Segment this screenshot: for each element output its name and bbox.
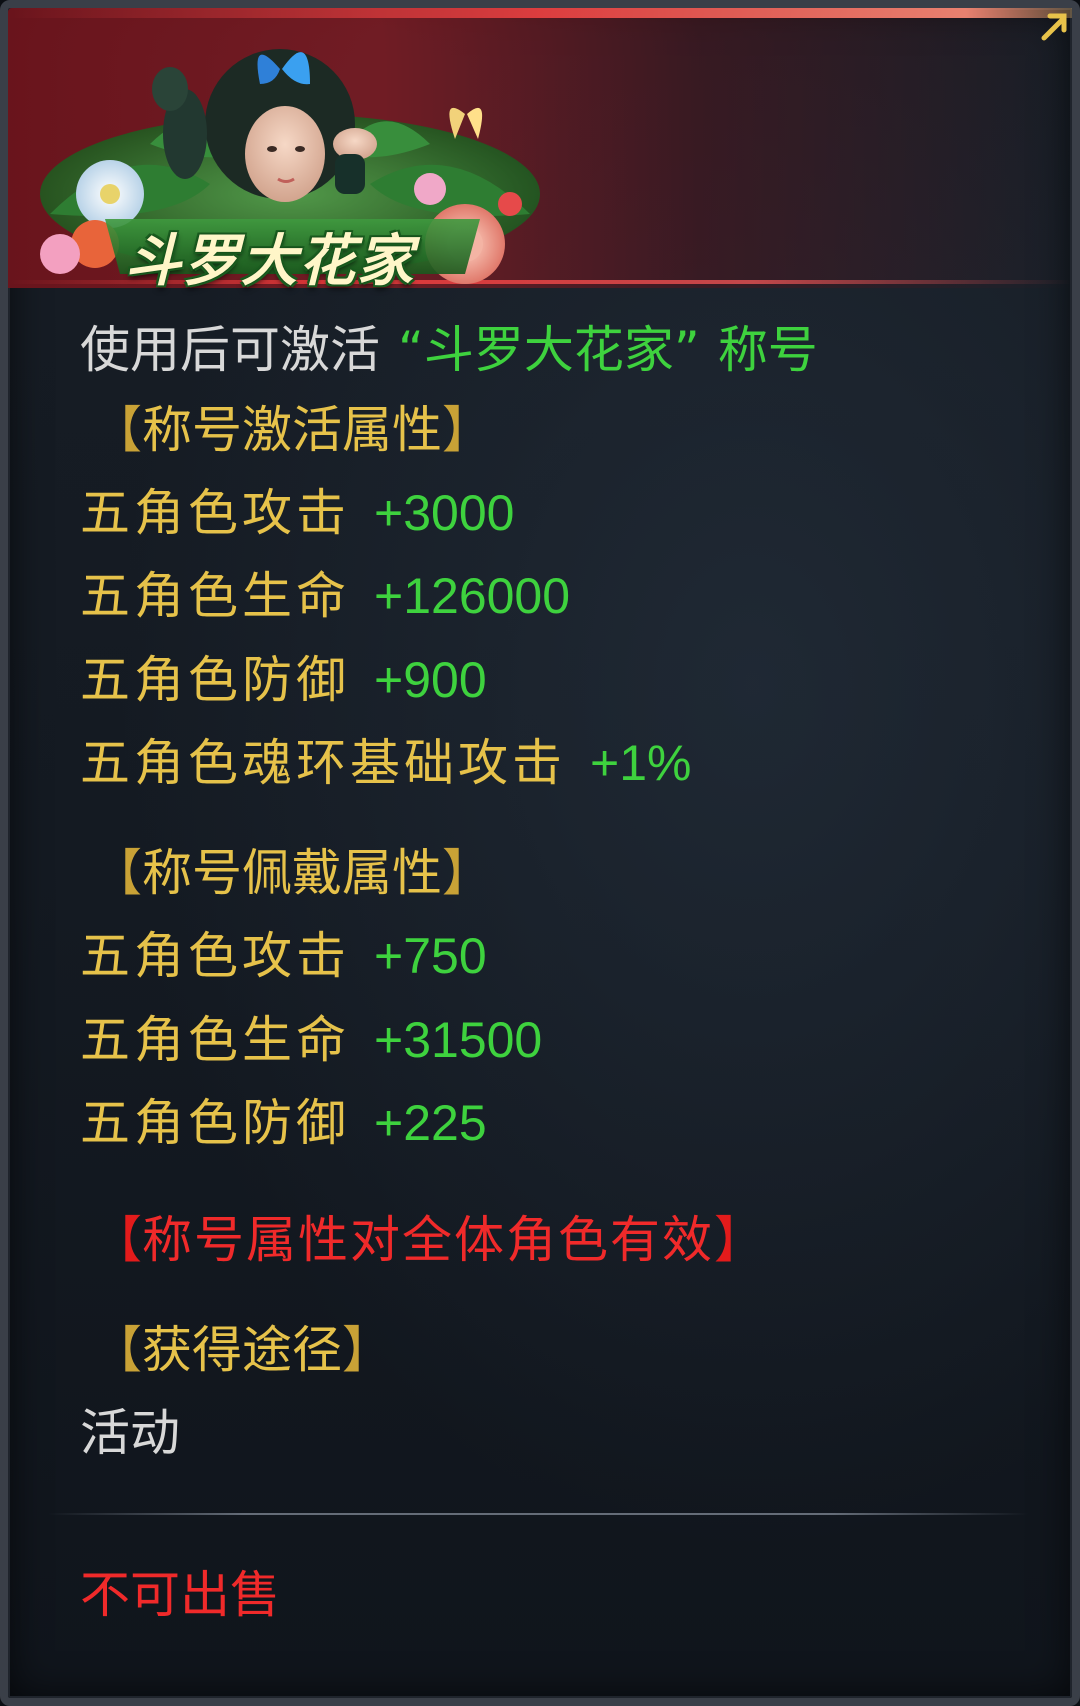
stat-name: 五角色攻击 bbox=[80, 927, 350, 985]
collapse-arrow-icon[interactable] bbox=[1034, 6, 1074, 46]
bracket-close: 】 bbox=[342, 1321, 392, 1379]
bracket-close: 】 bbox=[714, 1211, 764, 1269]
description-title: “斗罗大花家” bbox=[398, 321, 700, 379]
stat-name: 五角色攻击 bbox=[80, 484, 350, 542]
stat-name: 五角色防御 bbox=[80, 1094, 350, 1152]
bracket-open: 【 bbox=[92, 401, 142, 459]
activate-section-header: 【称号激活属性】 bbox=[92, 400, 492, 460]
stat-value: +31500 bbox=[374, 1012, 543, 1068]
description-suffix: 称号 bbox=[717, 321, 818, 379]
obtain-header-label: 获得途径 bbox=[142, 1321, 342, 1379]
bracket-open: 【 bbox=[92, 1211, 142, 1269]
activate-header-label: 称号激活属性 bbox=[142, 401, 442, 459]
stat-name: 五角色魂环基础攻击 bbox=[80, 734, 566, 792]
bracket-open: 【 bbox=[92, 844, 142, 902]
stat-value: +126000 bbox=[374, 568, 571, 624]
obtain-section-header: 【获得途径】 bbox=[92, 1320, 392, 1380]
stat-name: 五角色防御 bbox=[80, 651, 350, 709]
stat-value: +900 bbox=[374, 652, 487, 708]
sell-status-text: 不可出售 bbox=[80, 1566, 280, 1624]
activate-stat-row: 五角色魂环基础攻击 +1% bbox=[80, 733, 691, 793]
bracket-close: 】 bbox=[442, 401, 492, 459]
stat-name: 五角色生命 bbox=[80, 567, 350, 625]
bracket-open: 【 bbox=[92, 1321, 142, 1379]
wear-stat-row: 五角色攻击 +750 bbox=[80, 926, 487, 986]
global-effect-notice: 【称号属性对全体角色有效】 bbox=[92, 1210, 764, 1270]
description-line: 使用后可激活 “斗罗大花家” 称号 bbox=[80, 320, 818, 380]
stat-value: +3000 bbox=[374, 485, 515, 541]
wear-stat-row: 五角色生命 +31500 bbox=[80, 1010, 542, 1070]
wear-stat-row: 五角色防御 +225 bbox=[80, 1093, 487, 1153]
obtain-value: 活动 bbox=[80, 1403, 180, 1463]
bracket-close: 】 bbox=[442, 844, 492, 902]
sell-status: 不可出售 bbox=[80, 1565, 280, 1625]
activate-stat-row: 五角色攻击 +3000 bbox=[80, 483, 514, 543]
stat-value: +750 bbox=[374, 928, 487, 984]
activate-stat-row: 五角色防御 +900 bbox=[80, 650, 487, 710]
title-emblem-text: 斗罗大花家 bbox=[125, 228, 415, 294]
activate-stat-row: 五角色生命 +126000 bbox=[80, 566, 570, 626]
stat-value: +225 bbox=[374, 1095, 487, 1151]
wear-header-label: 称号佩戴属性 bbox=[142, 844, 442, 902]
section-divider bbox=[48, 1513, 1028, 1515]
stat-value: +1% bbox=[590, 735, 692, 791]
stat-name: 五角色生命 bbox=[80, 1011, 350, 1069]
description-prefix: 使用后可激活 bbox=[80, 321, 380, 379]
notice-text: 称号属性对全体角色有效 bbox=[142, 1211, 714, 1269]
obtain-method: 活动 bbox=[80, 1404, 180, 1462]
wear-section-header: 【称号佩戴属性】 bbox=[92, 843, 492, 903]
